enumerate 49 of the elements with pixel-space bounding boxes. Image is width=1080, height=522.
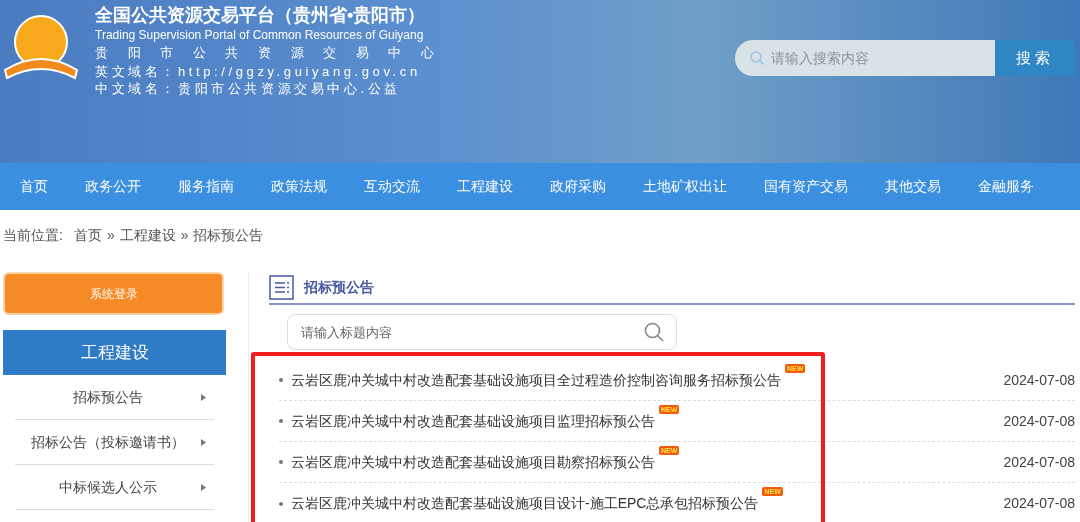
nav-link[interactable]: 互动交流 — [364, 176, 420, 197]
nav-link[interactable]: 金融服务 — [978, 176, 1034, 197]
domain-line: 中文域名：贵阳市公共资源交易中心.公益 — [95, 80, 402, 97]
site-subtitle: Trading Supervision Portal of Common Resources of Guiyang — [95, 27, 425, 43]
breadcrumb-link[interactable]: 工程建设 — [119, 224, 176, 246]
sidebar-item[interactable]: 中标候选人公示 — [15, 465, 214, 510]
notice-link[interactable]: 云岩区鹿冲关城中村改造配套基础设施项目设计-施工EPC总承包招标预公告 — [291, 493, 759, 514]
sidebar-item[interactable]: 招标预公告 — [15, 375, 214, 420]
notice-link[interactable]: 云岩区鹿冲关城中村改造配套基础设施项目勘察招标预公告 — [291, 451, 655, 473]
nav-link[interactable]: 服务指南 — [178, 176, 234, 197]
section-title: 招标预公告 — [304, 278, 374, 297]
notice-date: 2024-07-08 — [1003, 452, 1075, 472]
breadcrumb-link[interactable]: 首页 — [73, 224, 102, 246]
bullet-icon — [279, 501, 283, 506]
nav-link[interactable]: 政策法规 — [271, 176, 327, 197]
bullet-icon — [279, 419, 283, 423]
nav-link[interactable]: 政府采购 — [550, 176, 606, 197]
breadcrumb-separator: » — [106, 225, 115, 245]
domain-line: 英文域名：http://ggzy.guiyang.gov.cn — [95, 63, 422, 80]
search-button[interactable]: 搜索 — [995, 40, 1075, 76]
nav-link[interactable]: 国有资产交易 — [764, 176, 848, 197]
notice-date: 2024-07-08 — [1003, 494, 1075, 513]
caret-icon — [201, 484, 206, 491]
nav-link[interactable]: 土地矿权出让 — [643, 176, 727, 197]
nav-link[interactable]: 工程建设 — [457, 176, 513, 197]
nav-link[interactable]: 首页 — [20, 176, 48, 197]
notice-date: 2024-07-08 — [1003, 370, 1075, 390]
caret-icon — [201, 439, 206, 446]
nav-link[interactable]: 政务公开 — [85, 176, 141, 197]
bullet-icon — [279, 378, 283, 382]
sidebar-item[interactable]: 招标公告（投标邀请书） — [15, 420, 214, 465]
search-icon — [644, 322, 664, 342]
breadcrumb-label: 当前位置: — [3, 225, 63, 245]
search-field[interactable]: 请输入搜索内容 — [735, 40, 995, 76]
category-header: 工程建设 — [3, 330, 226, 375]
center-name: 贵阳市公共资源交易中心 — [95, 44, 454, 62]
title-search-field[interactable]: 请输入标题内容 — [287, 314, 677, 350]
search-icon — [749, 50, 765, 66]
caret-icon — [201, 394, 206, 401]
nav-link[interactable]: 其他交易 — [885, 176, 941, 197]
site-title: 全国公共资源交易平台（贵州省•贵阳市） — [95, 4, 427, 27]
notice-date: 2024-07-08 — [1003, 411, 1075, 431]
notice-link[interactable]: 云岩区鹿冲关城中村改造配套基础设施项目监理招标预公告 — [291, 410, 655, 432]
list-icon — [269, 275, 294, 300]
breadcrumb-separator: » — [180, 225, 189, 245]
bullet-icon — [279, 460, 283, 464]
breadcrumb-link[interactable]: 招标预公告 — [193, 224, 264, 246]
login-button[interactable]: 系统登录 — [3, 272, 224, 315]
notice-link[interactable]: 云岩区鹿冲关城中村改造配套基础设施项目全过程造价控制咨询服务招标预公告 — [291, 369, 781, 391]
